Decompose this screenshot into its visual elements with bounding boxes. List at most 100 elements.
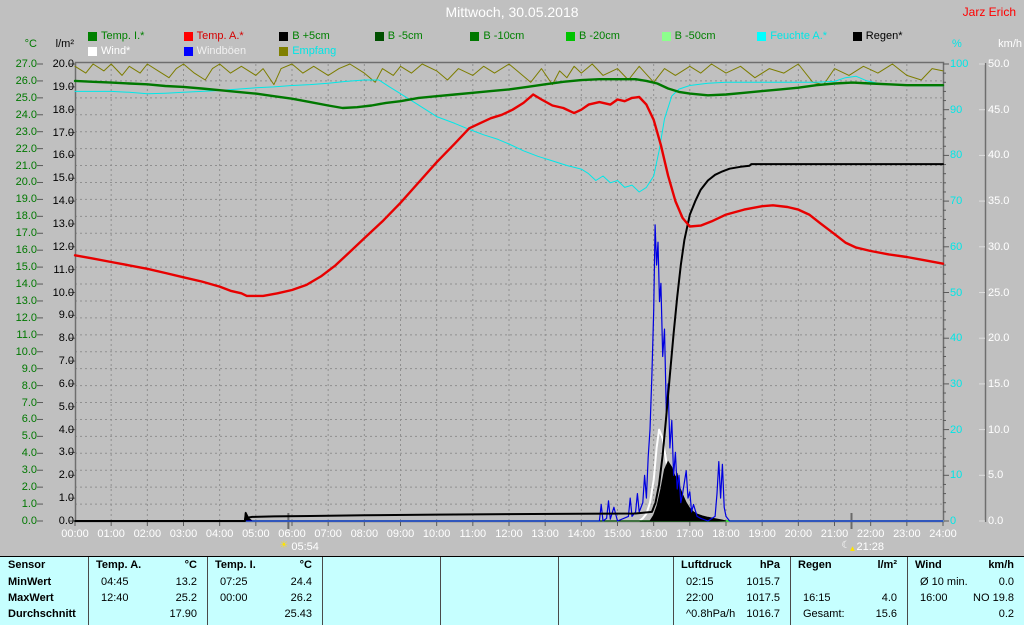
table-column-separator: [790, 557, 791, 625]
x-axis-label: 20:00: [784, 528, 813, 540]
celsius-tick-label: 15.0: [15, 261, 37, 274]
lm2-tick-label: 5.0: [58, 400, 74, 413]
kmh-tick-label: 0.0: [988, 515, 1004, 527]
kmh-tick-label: 45.0: [988, 103, 1010, 116]
table-column-separator: [88, 557, 89, 625]
celsius-tick-label: 10.0: [15, 345, 37, 358]
lm2-tick-label: 13.0: [52, 217, 74, 230]
table-cell-value: 4.0: [881, 592, 897, 604]
x-axis-label: 15:00: [603, 528, 632, 540]
x-axis-label: 14:00: [567, 528, 596, 540]
x-axis-label: 24:00: [929, 528, 957, 540]
kmh-tick-label: 40.0: [988, 149, 1010, 162]
celsius-tick-label: 4.0: [21, 447, 37, 460]
sunset-time-label: 21:28: [856, 541, 885, 553]
kmh-tick-label: 20.0: [988, 332, 1010, 345]
x-axis-label: 01:00: [97, 528, 125, 540]
celsius-tick-label: 18.0: [15, 210, 37, 223]
table-cell-value: 25.43: [284, 608, 312, 620]
x-axis-label: 22:00: [856, 528, 885, 540]
celsius-tick-label: 19.0: [15, 193, 37, 206]
percent-tick-label: 0: [950, 515, 957, 527]
percent-tick-label: 70: [950, 195, 963, 208]
lm2-tick-label: 14.0: [52, 195, 74, 208]
x-axis-label: 06:00: [278, 528, 306, 540]
celsius-tick-label: 14.0: [15, 278, 37, 291]
kmh-tick-label: 10.0: [988, 423, 1010, 436]
percent-tick-label: 20: [950, 423, 963, 436]
lm2-tick-label: 8.0: [58, 332, 74, 345]
lm2-tick-label: 17.0: [52, 126, 74, 139]
celsius-tick-label: 25.0: [15, 91, 37, 104]
celsius-tick-label: 21.0: [15, 159, 37, 172]
table-cell-value: 26.2: [290, 592, 312, 604]
celsius-tick-label: 17.0: [15, 227, 37, 240]
celsius-tick-label: 8.0: [21, 379, 37, 392]
x-axis-label: 08:00: [350, 528, 379, 540]
celsius-tick-label: 1.0: [21, 498, 37, 511]
x-axis-label: 13:00: [531, 528, 559, 540]
lm2-tick-label: 10.0: [52, 286, 74, 299]
lm2-tick-label: 9.0: [58, 309, 74, 322]
lm2-tick-label: 15.0: [52, 172, 74, 185]
celsius-tick-label: 26.0: [15, 74, 37, 87]
percent-tick-label: 10: [950, 469, 963, 482]
summary-table: Sensor MinWert MaxWert Durchschnitt Temp. A.…: [0, 556, 1024, 625]
x-axis-label: 23:00: [893, 528, 921, 540]
x-axis-label: 09:00: [386, 528, 415, 540]
lm2-tick-label: 1.0: [58, 492, 74, 505]
percent-tick-label: 50: [950, 286, 963, 299]
celsius-tick-label: 20.0: [15, 176, 37, 189]
table-column-separator: [907, 557, 908, 625]
kmh-tick-label: 25.0: [988, 286, 1010, 299]
percent-tick-label: 90: [950, 103, 963, 116]
table-col-unit: l/m²: [877, 559, 897, 571]
table-col-unit: °C: [299, 559, 312, 571]
table-cell-value: 0.0: [998, 576, 1014, 588]
celsius-tick-label: 16.0: [15, 244, 37, 257]
table-cell-value: 24.4: [290, 576, 312, 588]
table-column-separator: [207, 557, 208, 625]
lm2-tick-label: 2.0: [58, 469, 74, 482]
celsius-tick-label: 24.0: [15, 108, 37, 121]
table-cell-value: 1015.7: [746, 576, 780, 588]
x-axis-label: 10:00: [422, 528, 451, 540]
celsius-tick-label: 27.0: [15, 58, 37, 70]
x-axis-label: 17:00: [676, 528, 704, 540]
table-row-label: Durchschnitt: [8, 608, 76, 620]
table-col-unit: hPa: [759, 559, 780, 571]
x-axis-label: 21:00: [820, 528, 849, 540]
table-row-label: Sensor: [8, 559, 46, 571]
table-cell-value: 15.6: [875, 608, 897, 620]
lm2-tick-label: 18.0: [52, 103, 74, 116]
lm2-tick-label: 3.0: [58, 446, 74, 459]
table-column-separator: [558, 557, 559, 625]
table-column-separator: [322, 557, 323, 625]
x-axis-label: 18:00: [712, 528, 740, 540]
sunset-arrow-icon: ▲: [848, 544, 857, 553]
percent-tick-label: 40: [950, 332, 963, 345]
celsius-tick-label: 22.0: [15, 142, 37, 155]
celsius-tick-label: 6.0: [21, 413, 37, 426]
table-col-title: Wind: [915, 559, 942, 571]
celsius-tick-label: 0.0: [21, 515, 37, 527]
celsius-tick-label: 9.0: [21, 362, 37, 375]
weather-chart-window: Mittwoch, 30.05.2018 Jarz Erich Temp. I.…: [0, 0, 1024, 625]
x-axis-label: 00:00: [61, 528, 89, 540]
table-cell-value: 13.2: [175, 576, 197, 588]
x-axis-label: 11:00: [459, 528, 487, 540]
axis-ticks: [37, 63, 985, 526]
lm2-tick-label: 19.0: [52, 80, 74, 93]
percent-tick-label: 80: [950, 149, 963, 162]
x-axis-label: 16:00: [639, 528, 668, 540]
table-col-unit: °C: [184, 559, 197, 571]
table-column-separator: [440, 557, 441, 625]
kmh-tick-label: 30.0: [988, 240, 1010, 253]
chart-plot: [37, 61, 987, 529]
celsius-tick-label: 7.0: [21, 396, 37, 409]
series-temp-i: [73, 77, 945, 110]
celsius-tick-label: 23.0: [15, 125, 37, 138]
celsius-tick-label: 12.0: [15, 311, 37, 324]
table-cell-value: NO 19.8: [973, 592, 1014, 604]
celsius-tick-label: 11.0: [16, 328, 37, 341]
